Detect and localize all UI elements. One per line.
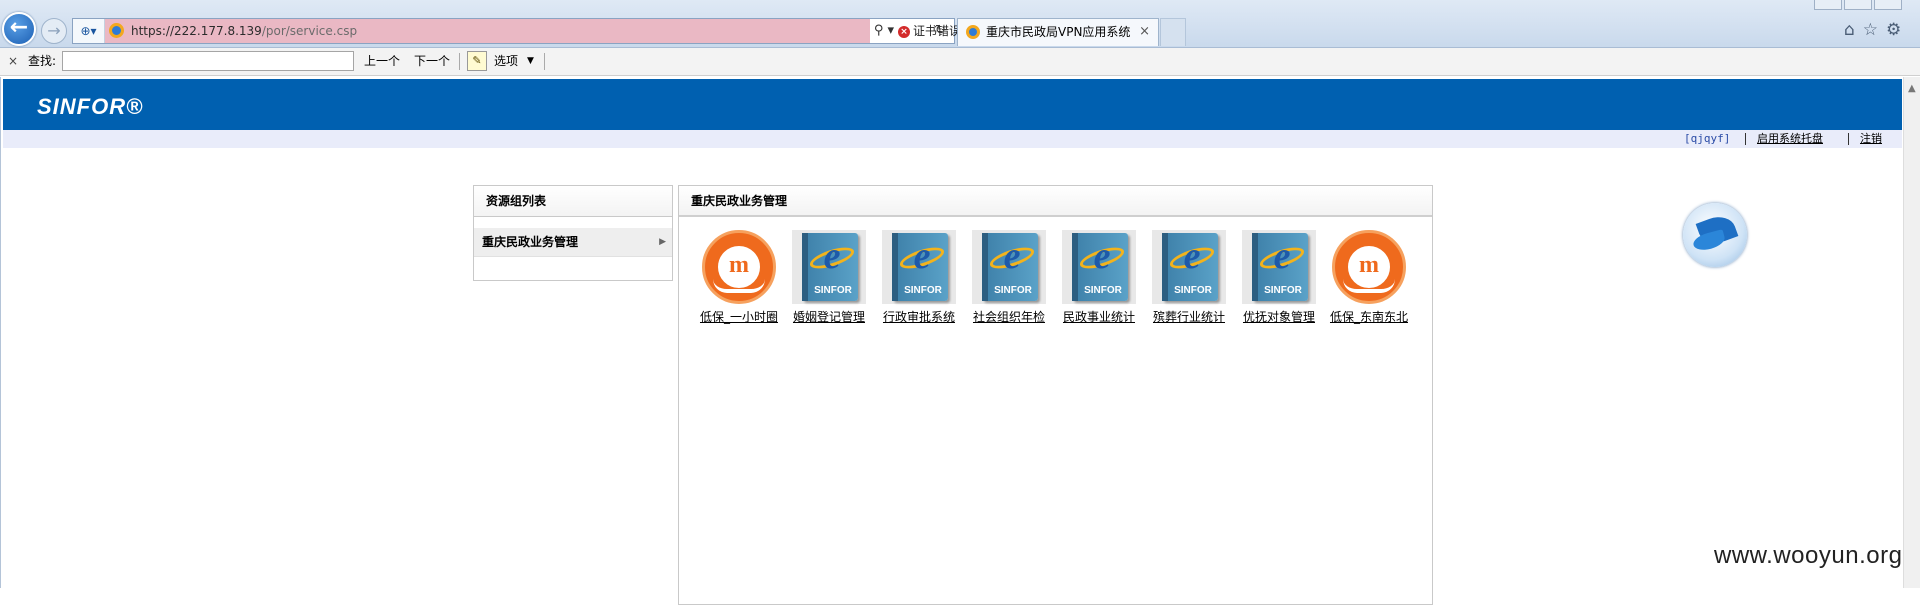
app-item[interactable]: e SINFOR 民政事业统计 — [1047, 230, 1137, 330]
app-item[interactable]: e SINFOR 行政审批系统 — [867, 230, 957, 330]
highlight-icon[interactable]: ✎ — [467, 51, 487, 71]
ie-sinfor-icon[interactable]: e SINFOR — [1152, 230, 1226, 304]
ie-favicon-icon — [109, 23, 124, 38]
maximize-icon[interactable] — [1844, 0, 1872, 10]
app-item[interactable]: e SINFOR 殡葬行业统计 — [1137, 230, 1227, 330]
window-controls[interactable] — [1812, 0, 1920, 10]
chevron-down-icon[interactable]: ▼ — [527, 48, 534, 74]
app-item[interactable]: e SINFOR 优抚对象管理 — [1227, 230, 1317, 330]
app-label[interactable]: 优抚对象管理 — [1227, 308, 1331, 325]
user-bar: [qjqyf] 启用系统托盘 注销 — [3, 130, 1902, 148]
ie-sinfor-icon[interactable]: e SINFOR — [882, 230, 956, 304]
sinfor-bird-icon[interactable] — [1683, 203, 1747, 267]
app-label[interactable]: 行政审批系统 — [867, 308, 971, 325]
resource-panel-title: 重庆民政业务管理 — [679, 186, 1432, 217]
ie-brand-text: SINFOR — [1084, 285, 1122, 296]
find-input[interactable] — [62, 51, 354, 71]
tab-ie-favicon-icon — [966, 25, 980, 39]
tab-close-icon[interactable]: × — [1139, 19, 1150, 45]
app-label[interactable]: 社会组织年检 — [957, 308, 1061, 325]
app-label[interactable]: 低保_东南东北 — [1317, 308, 1421, 325]
ie-sinfor-icon[interactable]: e SINFOR — [1242, 230, 1316, 304]
app-item[interactable]: e SINFOR 社会组织年检 — [957, 230, 1047, 330]
browser-tab[interactable]: 重庆市民政局VPN应用系统 × — [957, 18, 1159, 46]
ie-sinfor-icon[interactable]: e SINFOR — [1062, 230, 1136, 304]
vertical-scrollbar[interactable]: ▲ — [1903, 77, 1920, 588]
address-bar[interactable]: ⊕▾ https://222.177.8.139/por/service.csp… — [72, 18, 961, 44]
divider — [1848, 133, 1849, 145]
app-item[interactable]: e SINFOR 婚姻登记管理 — [777, 230, 867, 330]
page-content: SINFOR® [qjqyf] 启用系统托盘 注销 资源组列表 重庆民政业务管理… — [0, 77, 1920, 605]
new-tab-button[interactable] — [1160, 18, 1186, 46]
ie-sinfor-icon[interactable]: e SINFOR — [792, 230, 866, 304]
logout-link[interactable]: 注销 — [1860, 130, 1882, 148]
ie-brand-text: SINFOR — [904, 285, 942, 296]
back-arrow-icon: ← — [9, 15, 29, 40]
find-next-button[interactable]: 下一个 — [414, 48, 450, 74]
tab-title: 重庆市民政局VPN应用系统 — [986, 25, 1131, 39]
app-label[interactable]: 殡葬行业统计 — [1137, 308, 1241, 325]
error-icon: × — [898, 25, 910, 38]
civil-affairs-logo-icon[interactable]: m — [1332, 230, 1406, 304]
ie-brand-text: SINFOR — [1264, 285, 1302, 296]
forward-arrow-icon: → — [47, 21, 61, 40]
app-item[interactable]: m 低保_一小时圈 — [687, 230, 778, 330]
app-header: SINFOR® — [3, 79, 1902, 130]
ie-brand-text: SINFOR — [994, 285, 1032, 296]
divider — [459, 53, 460, 70]
find-prev-button[interactable]: 上一个 — [364, 48, 400, 74]
url-field[interactable]: https://222.177.8.139/por/service.csp — [105, 19, 870, 43]
app-item[interactable]: m 低保_东南东北 — [1317, 230, 1408, 330]
scroll-up-icon[interactable]: ▲ — [1908, 83, 1916, 94]
find-close-icon[interactable]: × — [8, 48, 18, 74]
find-bar: × 查找: 上一个 下一个 ✎ 选项 ▼ — [0, 48, 1920, 76]
ie-brand-text: SINFOR — [1174, 285, 1212, 296]
resource-group-title: 资源组列表 — [474, 186, 672, 217]
app-label[interactable]: 民政事业统计 — [1047, 308, 1151, 325]
url-host: https://222.177.8.139 — [131, 24, 262, 38]
browser-toolbar: ← → ⊕▾ https://222.177.8.139/por/service… — [0, 0, 1920, 48]
forward-button[interactable]: → — [41, 18, 67, 44]
find-options-button[interactable]: 选项 — [494, 48, 518, 74]
ie-sinfor-icon[interactable]: e SINFOR — [972, 230, 1046, 304]
resource-panel: 重庆民政业务管理 m 低保_一小时圈 e SINFOR 婚姻登记管理 e SINFO… — [678, 185, 1433, 605]
browser-right-icons[interactable]: ⌂☆⚙ — [1844, 20, 1920, 44]
refresh-icon[interactable]: ↻ — [935, 18, 953, 42]
divider — [1745, 133, 1746, 145]
watermark: www.wooyun.org — [1714, 542, 1903, 569]
app-label[interactable]: 低保_一小时圈 — [687, 308, 791, 325]
civil-affairs-logo-icon[interactable]: m — [702, 230, 776, 304]
resource-group-panel: 资源组列表 重庆民政业务管理 ▶ — [473, 185, 673, 281]
ie-brand-text: SINFOR — [814, 285, 852, 296]
close-window-icon[interactable] — [1874, 0, 1902, 10]
sinfor-logo: SINFOR® — [37, 94, 144, 119]
app-label[interactable]: 婚姻登记管理 — [777, 308, 881, 325]
minimize-icon[interactable] — [1814, 0, 1842, 10]
divider — [544, 53, 545, 70]
divider — [474, 256, 672, 257]
enable-tray-link[interactable]: 启用系统托盘 — [1757, 130, 1823, 148]
compat-view-icon[interactable]: ⊕▾ — [73, 19, 105, 43]
chevron-right-icon: ▶ — [659, 237, 666, 247]
resource-group-item-label: 重庆民政业务管理 — [482, 235, 579, 249]
url-path: /por/service.csp — [261, 24, 358, 38]
search-dropdown-icon[interactable]: ⚲ ▾ — [870, 19, 898, 43]
find-label: 查找: — [28, 54, 57, 68]
resource-group-item[interactable]: 重庆民政业务管理 ▶ — [474, 228, 672, 256]
back-button[interactable]: ← — [2, 12, 36, 46]
username: [qjqyf] — [1684, 132, 1731, 145]
